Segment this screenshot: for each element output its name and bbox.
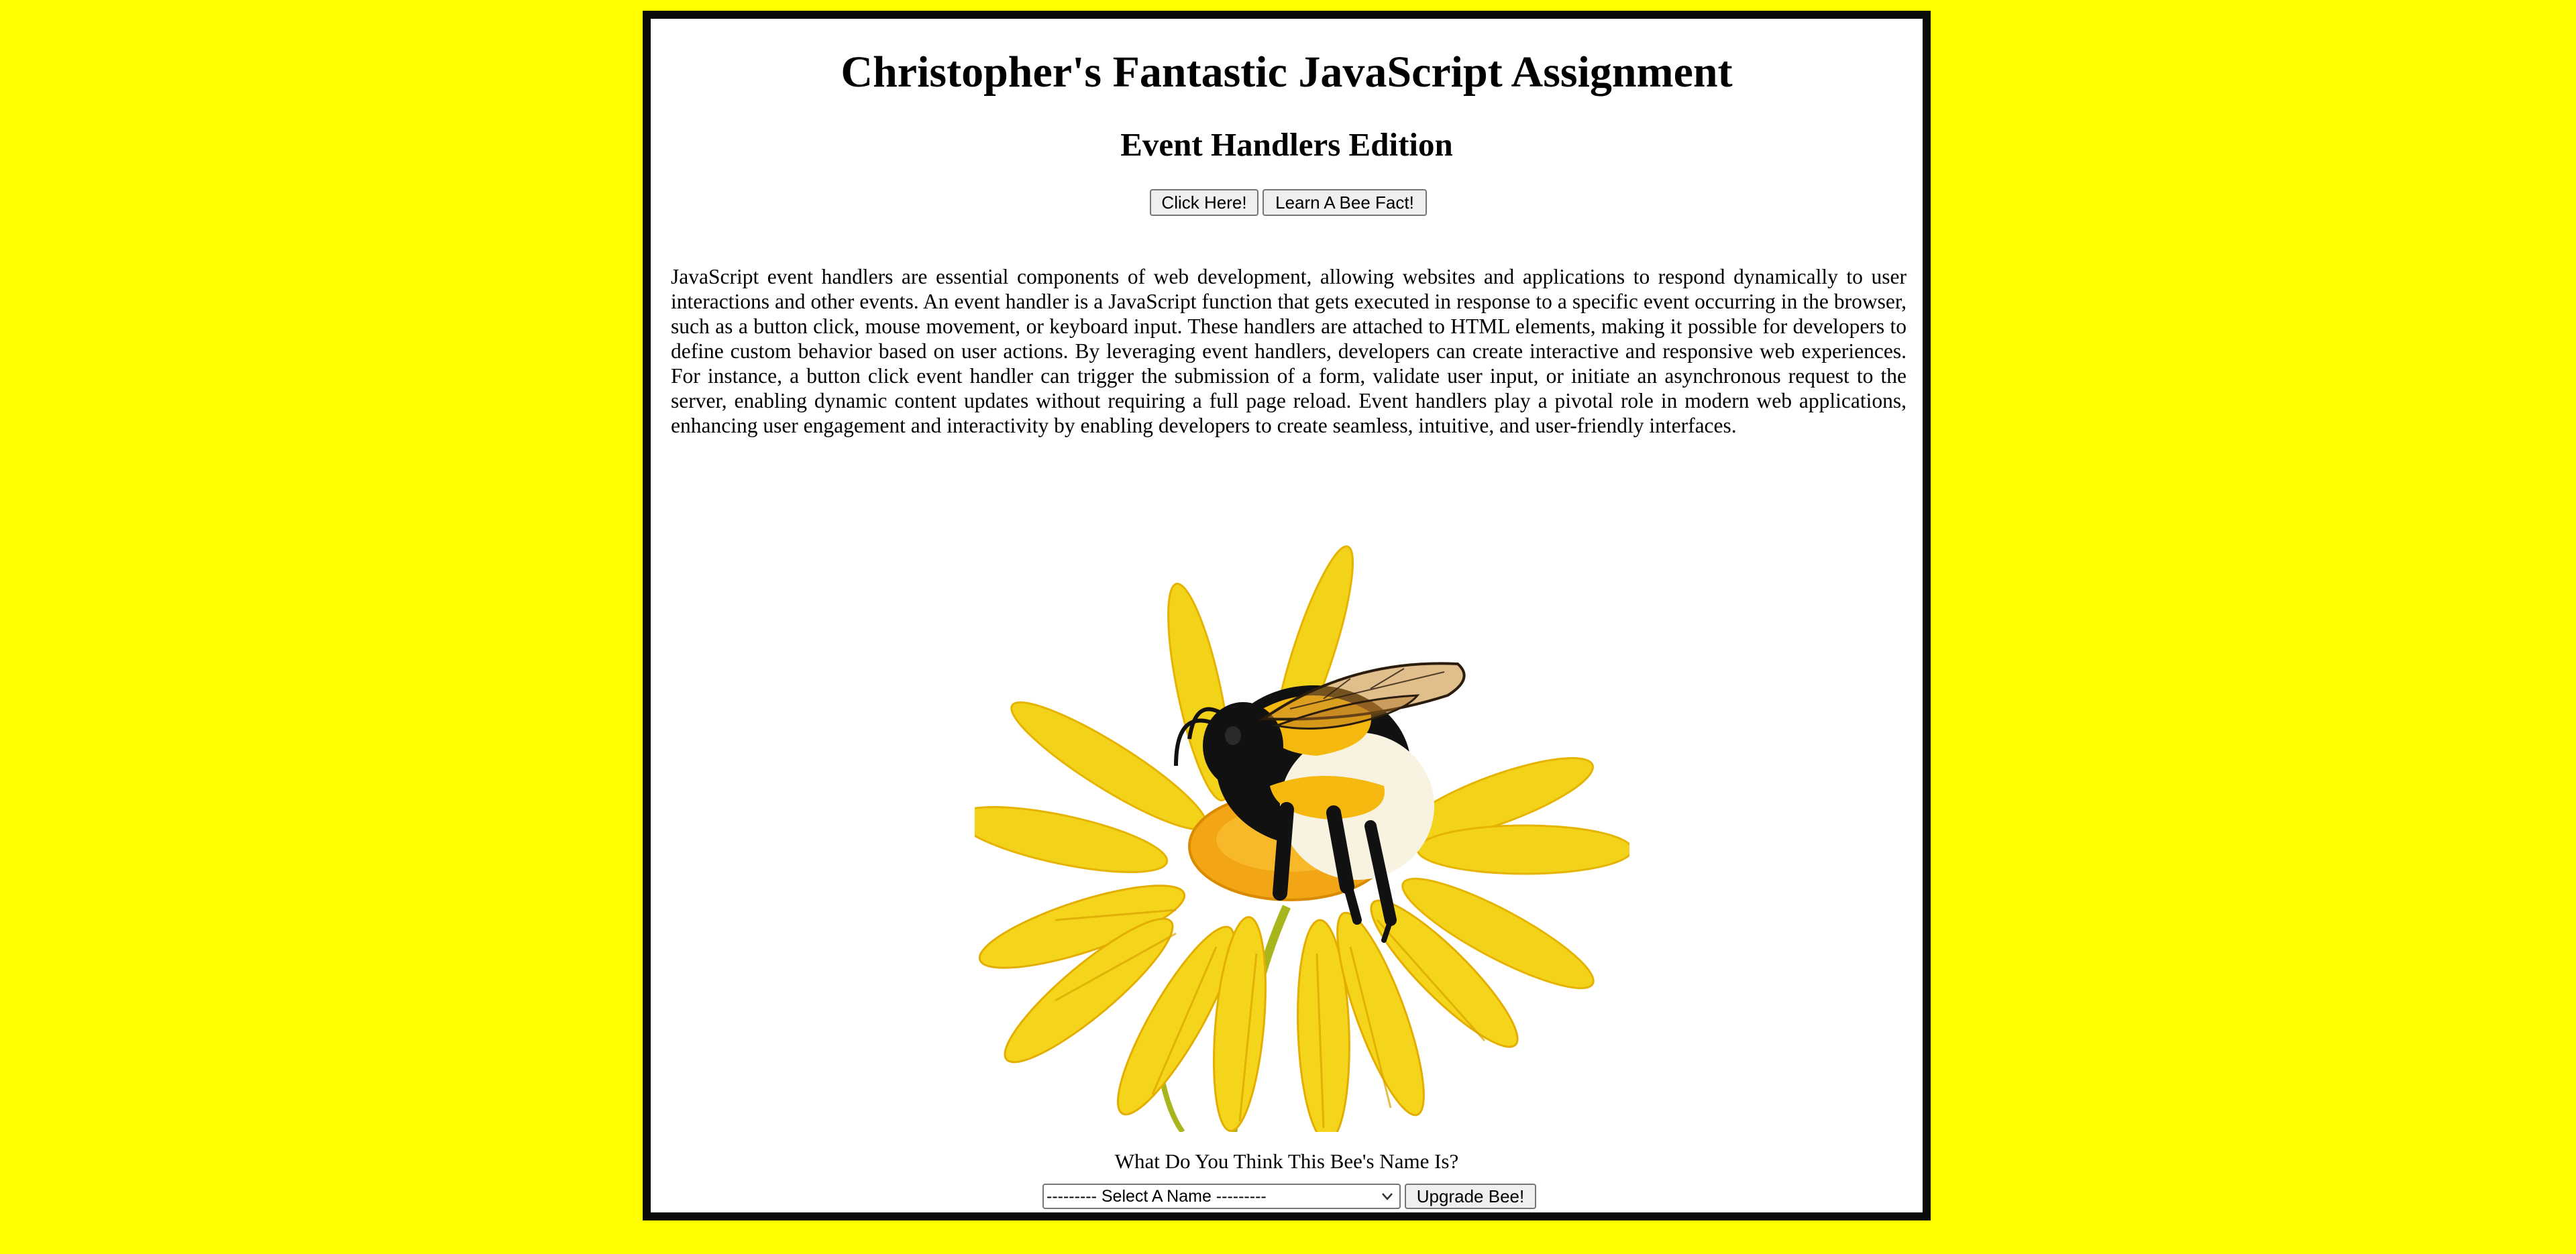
- event-handlers-paragraph: JavaScript event handlers are essential …: [671, 265, 1907, 437]
- page-title: Christopher's Fantastic JavaScript Assig…: [841, 48, 1733, 97]
- chevron-down-icon: [1382, 1193, 1393, 1200]
- bee-on-flower-image: [975, 545, 1629, 1132]
- bee-fact-button[interactable]: Learn A Bee Fact!: [1263, 189, 1427, 216]
- content-panel: Christopher's Fantastic JavaScript Assig…: [643, 11, 1931, 1220]
- bee-name-selected-value: --------- Select A Name ---------: [1046, 1187, 1267, 1206]
- upgrade-bee-button[interactable]: Upgrade Bee!: [1405, 1184, 1536, 1209]
- bee-name-select[interactable]: --------- Select A Name ---------: [1042, 1184, 1401, 1209]
- bee-name-question: What Do You Think This Bee's Name Is?: [1114, 1149, 1459, 1173]
- click-here-button[interactable]: Click Here!: [1150, 189, 1258, 216]
- page-subtitle: Event Handlers Edition: [1120, 126, 1453, 163]
